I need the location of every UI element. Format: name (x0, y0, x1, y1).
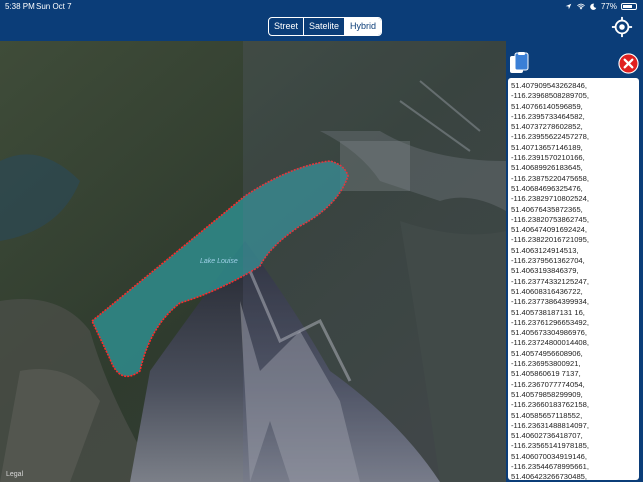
copy-clipboard-icon[interactable] (509, 52, 529, 74)
coordinate-line: -116.2367077774054, (511, 379, 585, 389)
crosshair-location-icon[interactable] (611, 16, 633, 38)
map-type-selector: Street Satelite Hybrid (268, 17, 383, 36)
map-type-hybrid[interactable]: Hybrid (345, 18, 382, 35)
status-bar: 5:38 PM Sun Oct 7 77% (0, 0, 643, 14)
coordinate-line: 51.407909543262846, (511, 81, 588, 90)
coordinate-line: -116.236953800921, (511, 359, 581, 369)
coordinate-line: -116.23660183762158, (511, 400, 589, 410)
satellite-imagery (0, 41, 506, 482)
battery-icon (621, 3, 637, 10)
coordinate-line: 51.405673304986976, (511, 328, 588, 338)
coordinate-line: -116.23565141978185, (511, 441, 589, 451)
coordinate-line: 51.40574956608906, (511, 348, 583, 358)
legal-link[interactable]: Legal (6, 471, 23, 478)
coordinate-line: -116.23631488814097, (511, 420, 589, 430)
coordinate-line: 51.40689926183645, (511, 163, 583, 173)
coordinates-text-area[interactable]: 51.407909543262846, -116.23968508289705, 5… (508, 78, 639, 480)
coordinate-line: 51.40737278602852, (511, 122, 583, 132)
coordinate-line: -116.23724800014408, (511, 338, 589, 348)
coordinate-line: 51.405860619 7137, (511, 369, 581, 379)
coordinate-line: -116.2391570210166, (511, 153, 585, 163)
coordinate-line: 51.40608316436722, (511, 286, 583, 296)
coordinate-line: -116.23774332125247, (511, 276, 589, 286)
coordinate-line: -116.23822016721095, (511, 235, 589, 245)
nav-bar: Street Satelite Hybrid (0, 14, 643, 41)
coordinate-line: 51.4063124914513, (511, 245, 579, 255)
coordinate-line: -116.23773864399934, (511, 297, 589, 307)
coordinate-line: 51.40713657146189, (511, 142, 583, 152)
coordinate-line: -116.2395733464582, (511, 111, 585, 121)
battery-percent: 77% (600, 2, 617, 11)
coordinate-line: 51.40585657118552, (511, 410, 583, 420)
moon-icon (590, 3, 597, 10)
map-type-satellite[interactable]: Satelite (304, 18, 346, 35)
coordinate-line: 51.406474091692424, (511, 225, 588, 235)
coordinate-line: -116.23544678995661, (511, 461, 589, 471)
coordinates-panel: 51.407909543262846, -116.23968508289705, 5… (506, 41, 643, 482)
wifi-icon (577, 3, 585, 10)
coordinate-line: -116.23875220475658, (511, 173, 589, 183)
location-arrow-icon (565, 3, 572, 10)
coordinate-line: -116.23820753862745, (511, 214, 589, 224)
close-icon[interactable] (618, 53, 639, 74)
coordinate-line: -116.2379561362704, (511, 256, 585, 266)
coordinate-line: 51.40676435872365, (511, 204, 583, 214)
status-date: Sun Oct 7 (36, 2, 72, 11)
coordinate-line: 51.405738187131 16, (511, 307, 585, 317)
coordinate-line: 51.40684696325476, (511, 183, 583, 193)
coordinate-line: -116.23829710802524, (511, 194, 589, 204)
status-right: 77% (565, 2, 637, 11)
lake-label: Lake Louise (200, 258, 238, 265)
map-view[interactable]: Lake Louise Legal (0, 41, 506, 482)
coordinate-line: -116.23968508289705, (511, 91, 589, 101)
coordinate-line: 51.40602736418707, (511, 431, 583, 441)
coordinate-line: 51.40766140596859, (511, 101, 583, 111)
status-time: 5:38 PM (5, 2, 35, 11)
coordinate-line: 51.406423266730485, (511, 472, 588, 480)
map-type-street[interactable]: Street (269, 18, 305, 35)
coordinate-line: 51.406070034919146, (511, 451, 588, 461)
coordinate-line: 51.4063193846379, (511, 266, 579, 276)
coordinate-line: -116.23761296653492, (511, 317, 589, 327)
coordinate-line: 51.40579858299909, (511, 389, 583, 399)
coordinate-line: -116.23955622457278, (511, 132, 589, 142)
